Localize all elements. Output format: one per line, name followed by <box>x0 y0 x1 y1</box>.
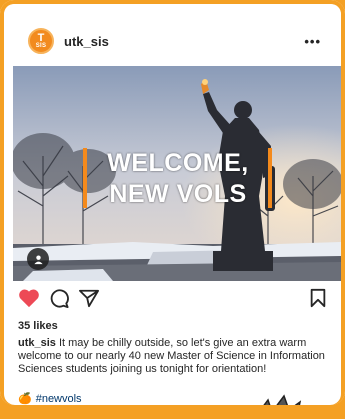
decorative-scribble <box>263 394 302 405</box>
orange-emoji: 🍊 <box>18 393 32 405</box>
heart-icon[interactable] <box>18 288 40 313</box>
post-caption: utk_sis It may be chilly outside, so let… <box>18 337 336 376</box>
welcome-line-2: NEW VOLS <box>109 180 247 208</box>
avatar-logo-bottom: SIS <box>35 43 47 49</box>
caption-text: It may be chilly outside, so let's give … <box>18 337 325 375</box>
post-container: T SIS utk_sis ••• WELCOME, NEW VOLS 35 l… <box>4 4 341 405</box>
caption-username[interactable]: utk_sis <box>18 337 56 349</box>
share-icon[interactable] <box>78 288 100 313</box>
hashtag-link[interactable]: #newvols <box>36 393 82 405</box>
post-header: T SIS utk_sis ••• <box>14 24 331 62</box>
instagram-post-card: T SIS utk_sis ••• WELCOME, NEW VOLS 35 l… <box>0 0 345 405</box>
bookmark-icon[interactable] <box>309 288 327 313</box>
post-username[interactable]: utk_sis <box>64 34 109 49</box>
welcome-line-1: WELCOME, <box>107 149 249 177</box>
hashtag-line: 🍊 #newvols <box>18 392 82 405</box>
avatar[interactable]: T SIS <box>28 28 54 54</box>
post-image[interactable]: WELCOME, NEW VOLS <box>13 66 341 281</box>
person-tag-icon[interactable] <box>27 248 49 270</box>
more-options-icon[interactable]: ••• <box>304 34 321 49</box>
post-actions <box>18 288 327 314</box>
like-count[interactable]: 35 likes <box>18 320 58 332</box>
welcome-heading: WELCOME, NEW VOLS <box>83 148 273 210</box>
comment-icon[interactable] <box>48 288 70 313</box>
avatar-logo-top: T <box>37 32 45 44</box>
